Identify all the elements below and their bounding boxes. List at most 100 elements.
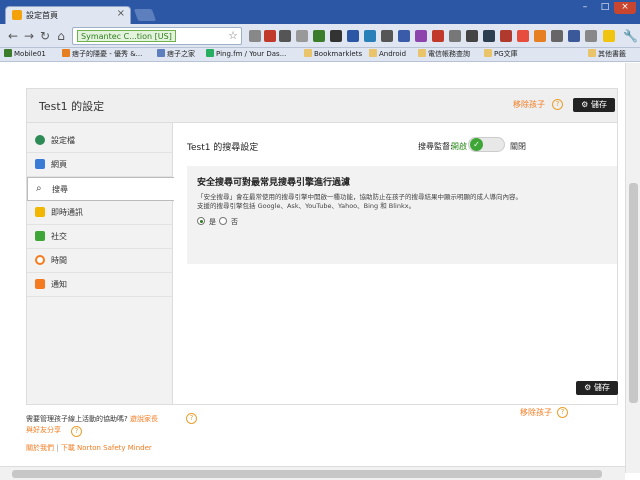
bookmarks-bar: Mobile01 痞子的隱憂 - 優秀 &... 痞子之家 Ping.fm / …	[0, 48, 640, 62]
toggle-off-label: 關閉	[510, 142, 526, 151]
settings-panel: Test1 的設定 移除孩子 ? ⚙ 儲存 設定檔 網頁 ⌕ 搜尋 即時通訊 社…	[26, 88, 618, 418]
extension-icon[interactable]	[330, 30, 342, 42]
extension-icon[interactable]	[517, 30, 529, 42]
sidebar-item-social[interactable]: 社交	[27, 225, 173, 249]
tab-title: 設定首頁	[26, 11, 58, 20]
remove-child-link-bottom[interactable]: 移除孩子	[520, 407, 552, 418]
sidebar-item-time[interactable]: 時間	[27, 249, 173, 273]
extension-icon[interactable]	[398, 30, 410, 42]
bookmark-item[interactable]: 痞子的隱憂 - 優秀 &...	[62, 49, 142, 59]
radio-no[interactable]	[219, 217, 227, 225]
address-bar[interactable]: Symantec C...tion [US] ☆	[72, 27, 242, 45]
search-icon: ⌕	[36, 183, 42, 194]
sidebar-item-profile[interactable]: 設定檔	[27, 129, 173, 153]
extension-icon[interactable]	[568, 30, 580, 42]
social-icon	[35, 231, 45, 241]
settings-sidebar: 設定檔 網頁 ⌕ 搜尋 即時通訊 社交 時間 通知	[27, 123, 174, 404]
search-settings-content: Test1 的搜尋設定 搜尋監督: 開啟 ✓ 關閉 安全搜尋可對最常見搜尋引擎進…	[187, 123, 617, 418]
bookmark-folder[interactable]: Android	[369, 49, 406, 58]
help-icon[interactable]: ?	[71, 426, 82, 437]
site-icon	[4, 49, 12, 57]
secure-identity-badge[interactable]: Symantec C...tion [US]	[77, 30, 176, 42]
help-icon[interactable]: ?	[186, 413, 197, 424]
new-tab-button[interactable]	[133, 9, 157, 21]
search-monitoring-label: 搜尋監督:	[418, 142, 453, 151]
wrench-menu-icon[interactable]: 🔧	[623, 29, 638, 43]
forward-arrow-icon[interactable]: →	[22, 29, 36, 43]
close-tab-icon[interactable]: ×	[117, 8, 125, 19]
folder-icon	[588, 49, 596, 57]
extension-icon[interactable]	[603, 30, 615, 42]
sidebar-item-web[interactable]: 網頁	[27, 153, 173, 177]
browser-tab[interactable]: 設定首頁 ×	[5, 6, 131, 24]
back-arrow-icon[interactable]: ←	[6, 29, 20, 43]
extension-icon[interactable]	[483, 30, 495, 42]
mail-icon	[35, 279, 45, 289]
sidebar-item-alerts[interactable]: 通知	[27, 273, 173, 297]
minimize-icon[interactable]: –	[576, 2, 594, 14]
web-icon	[35, 159, 45, 169]
site-icon	[206, 49, 214, 57]
folder-icon	[418, 49, 426, 57]
extension-icon[interactable]	[500, 30, 512, 42]
home-icon[interactable]: ⌂	[54, 29, 68, 43]
bookmark-folder[interactable]: 電信帳務查詢	[418, 49, 470, 59]
vertical-scrollbar[interactable]	[625, 63, 640, 473]
bookmark-folder[interactable]: 其他書籤	[588, 49, 626, 59]
guide-parents-link[interactable]: 遊說家長	[130, 415, 158, 423]
extension-icon[interactable]	[264, 30, 276, 42]
radio-yes-label: 是	[209, 218, 216, 226]
bookmark-item[interactable]: Ping.fm / Your Das...	[206, 49, 286, 58]
scrollbar-thumb[interactable]	[12, 470, 602, 478]
page-viewport: Test1 的設定 移除孩子 ? ⚙ 儲存 設定檔 網頁 ⌕ 搜尋 即時通訊 社…	[0, 63, 625, 473]
extension-icon[interactable]	[249, 30, 261, 42]
extension-icon[interactable]	[381, 30, 393, 42]
site-icon	[157, 49, 165, 57]
check-icon: ✓	[470, 138, 483, 151]
about-link[interactable]: 關於我們	[26, 444, 54, 452]
search-monitoring-toggle[interactable]: ✓	[468, 137, 505, 152]
extension-icon[interactable]	[279, 30, 291, 42]
extension-icon[interactable]	[534, 30, 546, 42]
window-close-icon[interactable]: ×	[614, 2, 636, 14]
extension-icon[interactable]	[415, 30, 427, 42]
sidebar-item-search[interactable]: ⌕ 搜尋	[27, 177, 174, 201]
extension-icon[interactable]	[585, 30, 597, 42]
download-link[interactable]: 下載 Norton Safety Minder	[61, 444, 152, 452]
extension-icon[interactable]	[364, 30, 376, 42]
extension-icon[interactable]	[347, 30, 359, 42]
horizontal-scrollbar[interactable]	[0, 466, 625, 480]
help-icon[interactable]: ?	[552, 99, 563, 110]
footer-question: 需要管理孩子線上活動的協助嗎? 遊說家長	[26, 415, 158, 423]
radio-yes[interactable]	[197, 217, 205, 225]
maximize-icon[interactable]: □	[596, 2, 614, 14]
bookmark-item[interactable]: Mobile01	[4, 49, 46, 58]
extension-icon[interactable]	[296, 30, 308, 42]
site-icon	[62, 49, 70, 57]
remove-child-link[interactable]: 移除孩子	[513, 99, 545, 110]
chat-icon	[35, 207, 45, 217]
safe-search-setting: 安全搜尋可對最常見搜尋引擎進行過濾 「安全搜尋」會在最常使用的搜尋引擎中開啟一種…	[187, 166, 617, 264]
footer-links: 關於我們 | 下載 Norton Safety Minder	[26, 444, 152, 452]
extension-icon[interactable]	[449, 30, 461, 42]
extension-icon[interactable]	[313, 30, 325, 42]
bookmark-star-icon[interactable]: ☆	[228, 29, 238, 42]
bookmark-item[interactable]: 痞子之家	[157, 49, 195, 59]
norton-favicon-icon	[12, 10, 22, 20]
setting-description: 支援的搜尋引擎包括 Google、Ask、YouTube、Yahoo、Bing …	[197, 202, 416, 210]
extension-icon[interactable]	[432, 30, 444, 42]
folder-icon	[369, 49, 377, 57]
sidebar-item-im[interactable]: 即時通訊	[27, 201, 173, 225]
scrollbar-thumb[interactable]	[629, 183, 638, 403]
bookmark-folder[interactable]: PG文庫	[484, 49, 518, 59]
save-button-bottom[interactable]: ⚙ 儲存	[576, 381, 618, 395]
bookmark-folder[interactable]: Bookmarklets	[304, 49, 362, 58]
help-icon[interactable]: ?	[557, 407, 568, 418]
clock-icon	[35, 255, 45, 265]
section-title: Test1 的搜尋設定	[187, 143, 259, 153]
reload-icon[interactable]: ↻	[38, 29, 52, 43]
extension-icon[interactable]	[466, 30, 478, 42]
save-button[interactable]: ⚙ 儲存	[573, 98, 615, 112]
extension-icon[interactable]	[551, 30, 563, 42]
share-with-friends-link[interactable]: 與好友分享	[26, 425, 61, 435]
